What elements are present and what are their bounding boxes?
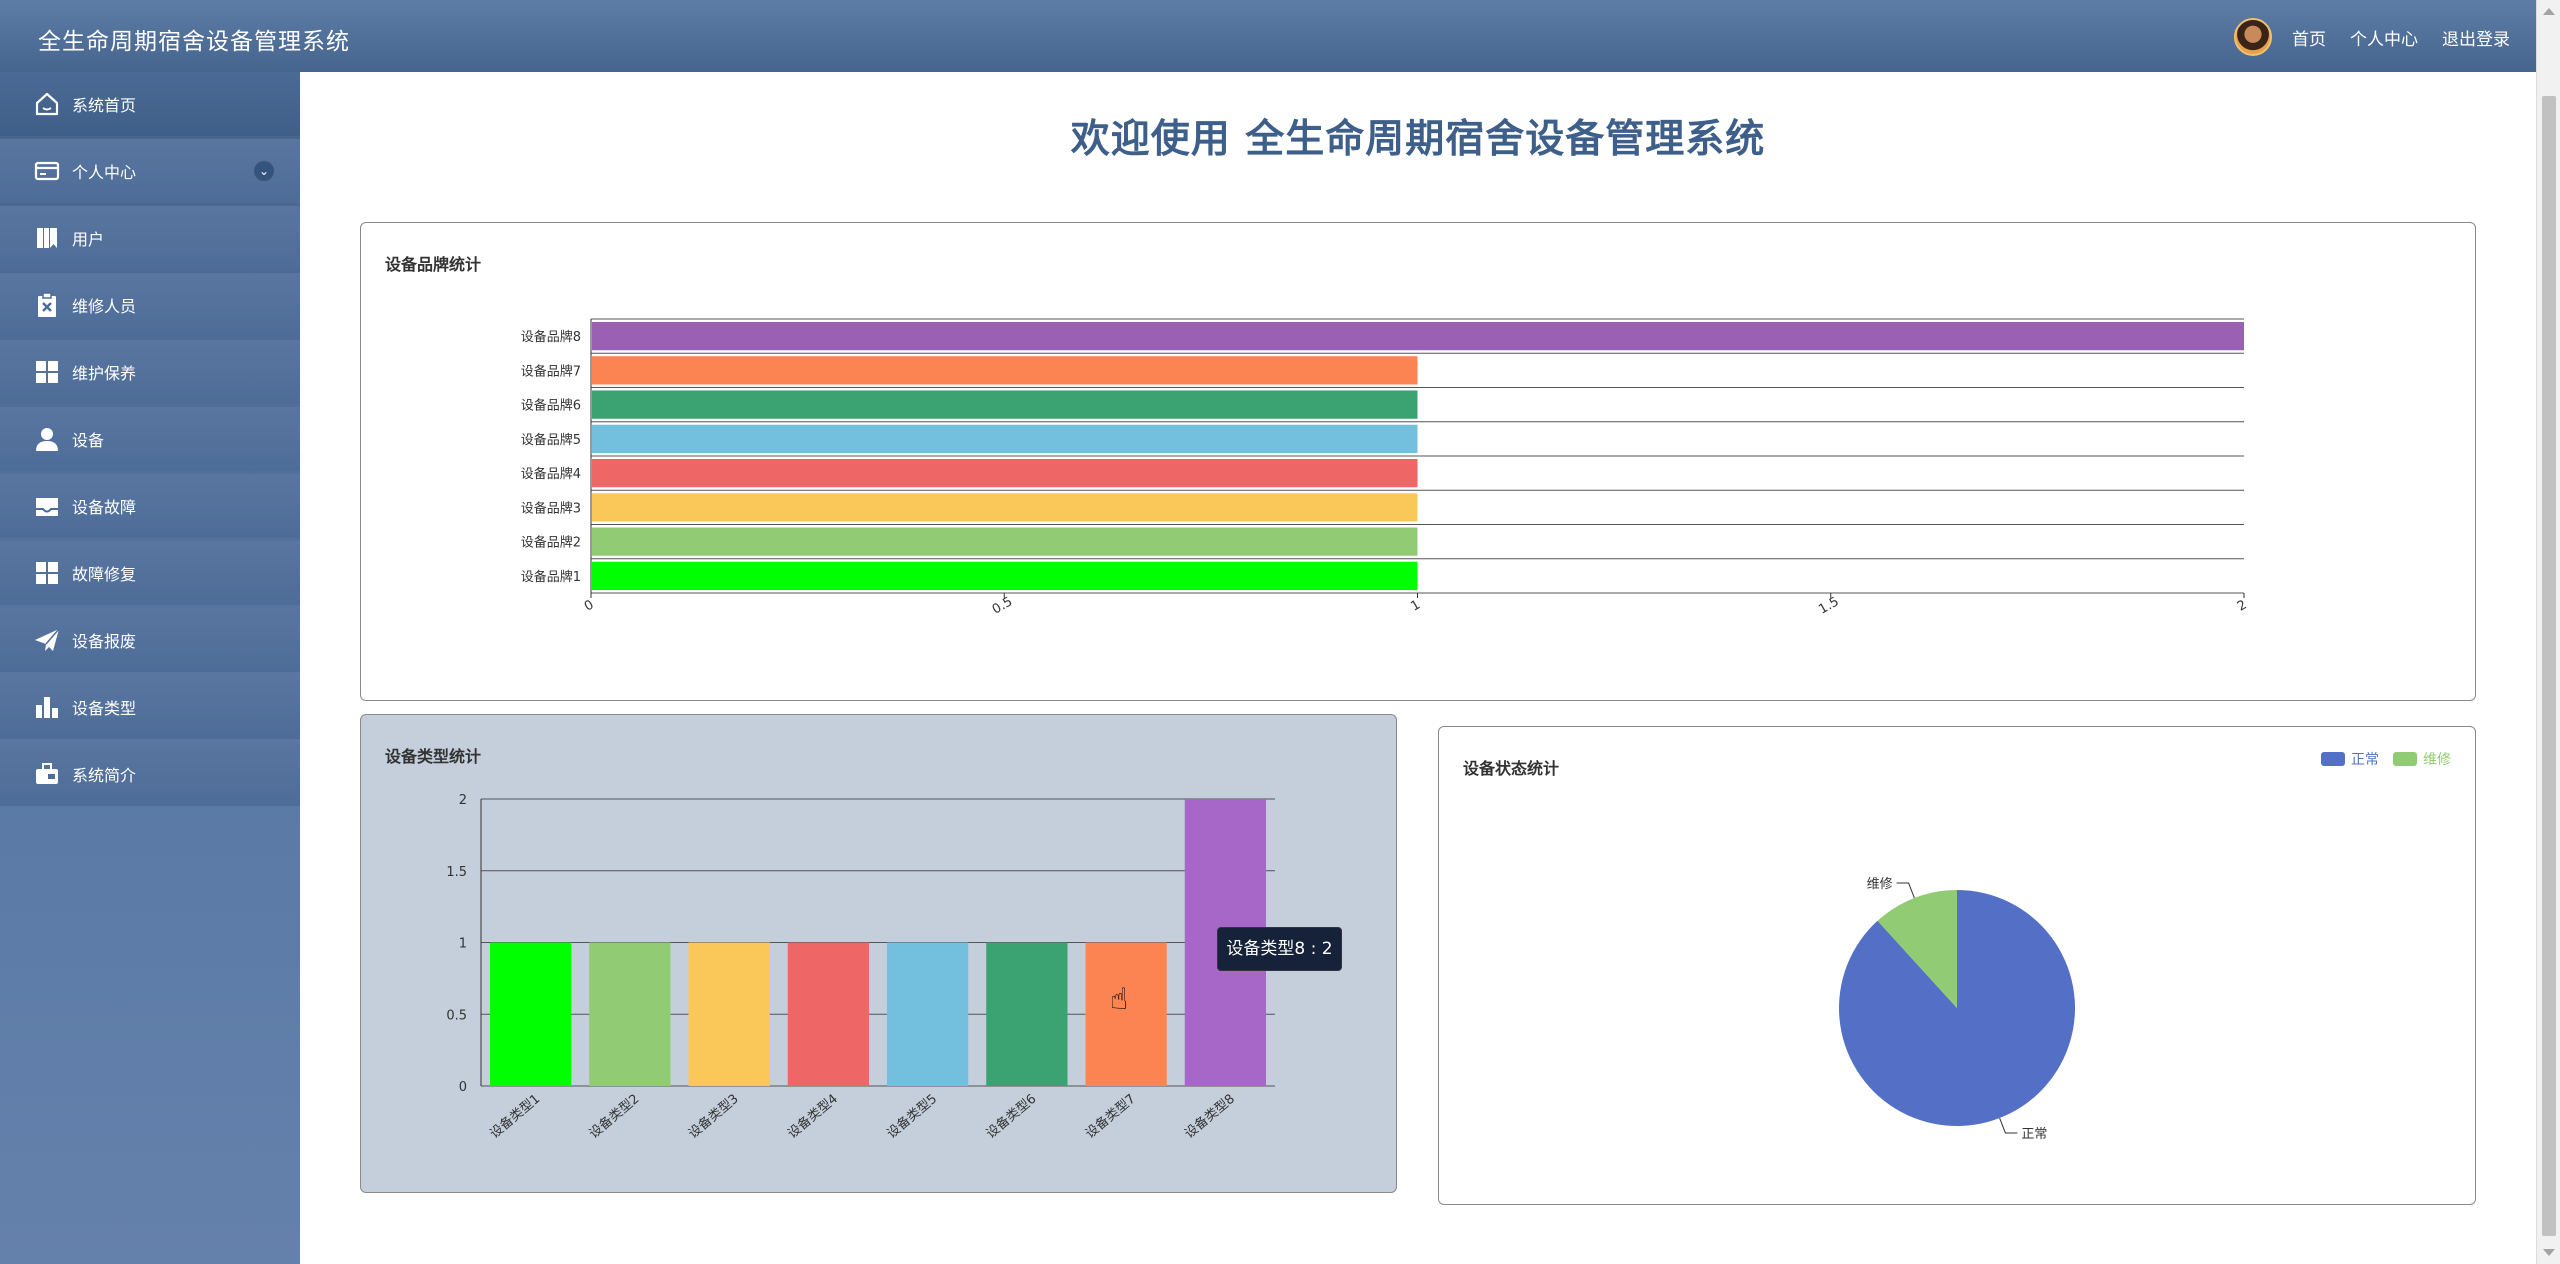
bar (592, 424, 1418, 453)
sidebar-item-profile[interactable]: 个人中心 ⌄ (0, 139, 300, 203)
book-icon (32, 223, 62, 253)
x-tick-label: 1 (1408, 597, 1423, 614)
sidebar-item-label: 故障修复 (72, 565, 137, 584)
sidebar-item-label: 设备类型 (72, 699, 137, 718)
paper-plane-icon (32, 625, 62, 655)
header-actions: 首页 个人中心 退出登录 (2234, 18, 2510, 56)
y-tick-label: 设备品牌6 (521, 398, 581, 414)
chevron-down-icon[interactable]: ⌄ (254, 161, 274, 181)
sidebar-item-repair-staff[interactable]: 维修人员 (0, 273, 300, 337)
bar (589, 942, 671, 1086)
scroll-up-icon[interactable] (2543, 8, 2555, 15)
clipboard-x-icon (32, 290, 62, 320)
slice-label: 正常 (2021, 1127, 2047, 1142)
sidebar-item-scrap[interactable]: 设备报废 (0, 608, 300, 672)
y-tick-label: 设备品牌2 (521, 535, 581, 551)
x-tick-label: 设备类型3 (685, 1091, 741, 1142)
sidebar-item-label: 系统首页 (72, 96, 137, 115)
profile-link[interactable]: 个人中心 (2350, 25, 2418, 50)
x-tick-label: 设备类型2 (586, 1091, 642, 1142)
y-tick-label: 2 (459, 793, 467, 808)
bar (592, 527, 1418, 556)
sidebar-item-fault-repair[interactable]: 故障修复 (0, 541, 300, 605)
y-tick-label: 1.5 (446, 865, 467, 880)
label-leader-line (1999, 1117, 2018, 1134)
vertical-scrollbar[interactable] (2536, 0, 2560, 1264)
sidebar-item-users[interactable]: 用户 (0, 206, 300, 270)
top-header: 全生命周期宿舍设备管理系统 首页 个人中心 退出登录 (0, 0, 2536, 72)
logout-link[interactable]: 退出登录 (2442, 25, 2510, 50)
sidebar-item-about[interactable]: 系统简介 (0, 742, 300, 806)
home-icon (32, 89, 62, 119)
home-link[interactable]: 首页 (2292, 25, 2326, 50)
sidebar-item-label: 维修人员 (72, 297, 137, 316)
bar (490, 942, 572, 1086)
y-tick-label: 设备品牌8 (521, 329, 581, 345)
status-stats-card: 设备状态统计 正常 维修 正常 维修 (1438, 726, 2476, 1205)
y-tick-label: 设备品牌7 (521, 363, 581, 379)
bar (592, 390, 1418, 419)
grid-icon (32, 357, 62, 387)
sidebar-item-label: 用户 (72, 230, 105, 249)
bar (592, 459, 1418, 488)
sidebar-item-label: 设备故障 (72, 498, 137, 517)
x-tick-label: 设备类型1 (487, 1091, 543, 1142)
briefcase-icon (32, 759, 62, 789)
y-tick-label: 设备品牌4 (521, 466, 581, 482)
sidebar-item-home[interactable]: 系统首页 (0, 72, 300, 136)
user-icon (32, 424, 62, 454)
x-tick-label: 1.5 (1816, 594, 1841, 617)
avatar[interactable] (2234, 18, 2272, 56)
x-tick-label: 设备类型7 (1082, 1091, 1138, 1142)
grid-icon (32, 558, 62, 588)
bar (592, 322, 2244, 351)
sidebar-item-equipment[interactable]: 设备 (0, 407, 300, 471)
bar (787, 942, 869, 1086)
chart-tooltip: 设备类型8 : 2 (1217, 927, 1342, 971)
bar-chart-icon (32, 692, 62, 722)
sidebar-item-equipment-types[interactable]: 设备类型 (0, 675, 300, 739)
y-tick-label: 0 (459, 1080, 467, 1095)
sidebar-item-label: 维护保养 (72, 364, 137, 383)
scrollbar-thumb[interactable] (2542, 96, 2556, 1236)
bar (688, 942, 770, 1086)
inbox-icon (32, 491, 62, 521)
card-icon (32, 156, 62, 186)
x-tick-label: 0.5 (990, 594, 1015, 617)
sidebar-item-maintenance[interactable]: 维护保养 (0, 340, 300, 404)
bar (592, 356, 1418, 385)
x-tick-label: 设备类型4 (784, 1091, 840, 1142)
y-tick-label: 设备品牌5 (521, 432, 581, 448)
brand-bar-chart: 设备品牌1 设备品牌2 设备品牌3 设备品牌4 设备品牌5 设备品牌6 设备品牌7 设备品牌8… (521, 318, 2250, 618)
welcome-heading: 欢迎使用 全生命周期宿舍设备管理系统 (1070, 117, 1766, 162)
x-tick-label: 设备类型8 (1181, 1091, 1237, 1142)
slice-label: 维修 (1867, 877, 1893, 892)
status-pie-chart: 正常 维修 (1839, 877, 2075, 1142)
sidebar-item-label: 设备报废 (72, 632, 137, 651)
bar (592, 561, 1418, 590)
sidebar: 系统首页 个人中心 ⌄ 用户 维修人员 维护保养 设备 设备故障 故障修复 设备… (0, 72, 300, 1264)
scroll-down-icon[interactable] (2543, 1249, 2555, 1256)
sidebar-item-label: 个人中心 (72, 163, 137, 182)
bar (592, 493, 1418, 522)
bar (887, 942, 969, 1086)
x-tick-label: 设备类型6 (983, 1091, 1039, 1142)
label-leader-line (1896, 882, 1915, 899)
brand-stats-card: 设备品牌统计 设备品牌1 设备品牌2 设备品牌3 设备品牌4 设备品牌5 设备品牌6 设备品… (360, 222, 2476, 701)
y-tick-label: 设备品牌1 (521, 569, 581, 585)
y-tick-label: 设备品牌3 (521, 500, 581, 516)
sidebar-item-label: 设备 (72, 431, 105, 450)
y-tick-label: 1 (459, 937, 467, 952)
x-tick-label: 0 (582, 597, 597, 614)
x-tick-label: 2 (2235, 597, 2250, 614)
hand-cursor-icon: ☝ (1110, 982, 1129, 1017)
app-title: 全生命周期宿舍设备管理系统 (38, 29, 350, 55)
sidebar-item-faults[interactable]: 设备故障 (0, 474, 300, 538)
bar (986, 942, 1068, 1086)
sidebar-item-label: 系统简介 (72, 766, 137, 785)
y-tick-label: 0.5 (446, 1008, 467, 1023)
x-tick-label: 设备类型5 (884, 1091, 940, 1142)
